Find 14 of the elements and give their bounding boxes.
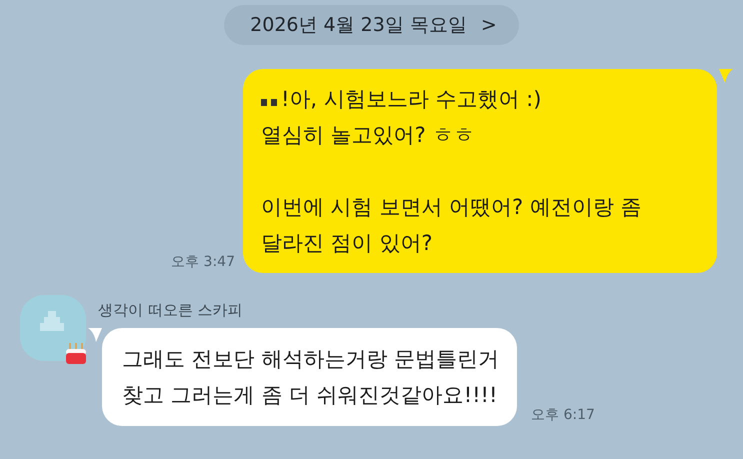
bubble-tail: [88, 328, 102, 342]
message-text: 그래도 전보단 해석하는거랑 문법틀린거: [122, 346, 500, 373]
bubble-tail: [719, 69, 733, 83]
message-text: 찾고 그러는게 좀 더 쉬워진것같아요!!!!: [122, 382, 498, 409]
date-divider[interactable]: 2026년 4월 23일 목요일 >: [224, 5, 519, 45]
avatar[interactable]: [20, 295, 86, 361]
message-time: 오후 3:47: [171, 253, 235, 271]
sender-name: 생각이 떠오른 스카피: [97, 300, 244, 320]
figure-icon: [40, 311, 64, 331]
message-text: 열심히 놀고있어? ㅎㅎ: [261, 122, 474, 149]
message-text: !아, 시험보느라 수고했어 :): [281, 86, 542, 113]
message-time: 오후 6:17: [531, 406, 595, 424]
message-text: 이번에 시험 보면서 어땠어? 예전이랑 좀: [261, 194, 642, 221]
message-text: 달라진 점이 있어?: [261, 230, 432, 257]
